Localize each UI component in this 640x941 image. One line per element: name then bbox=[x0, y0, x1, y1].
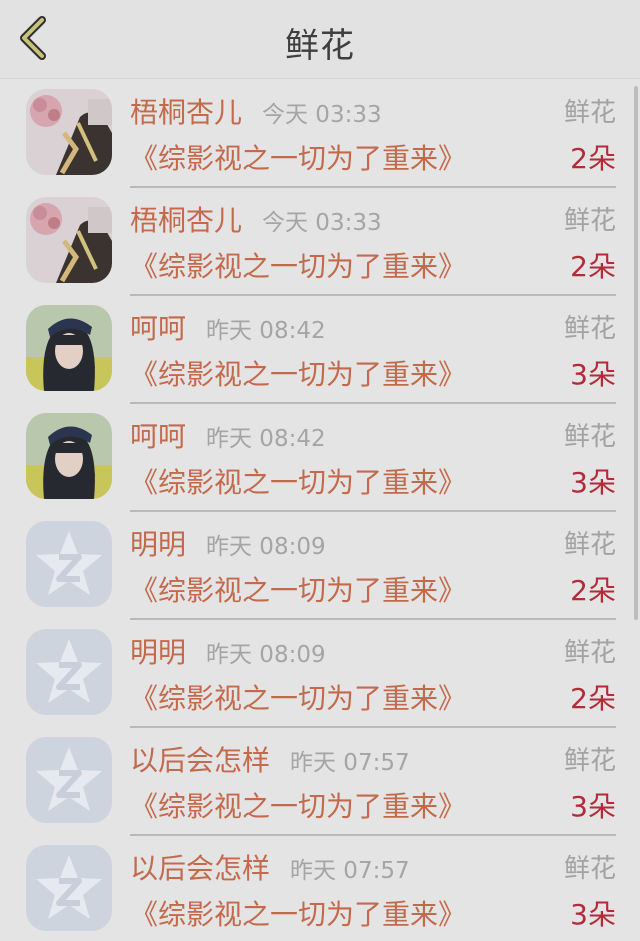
sender-name[interactable]: 明明 bbox=[130, 523, 186, 563]
list-item[interactable]: 以后会怎样 昨天 07:57 鲜花 《综影视之一切为了重来》 3朵 bbox=[0, 835, 640, 941]
book-title[interactable]: 《综影视之一切为了重来》 bbox=[130, 137, 466, 177]
sender-name[interactable]: 梧桐杏儿 bbox=[130, 199, 242, 239]
gift-type: 鲜花 bbox=[563, 314, 616, 344]
default-star-icon bbox=[26, 845, 112, 931]
gift-count: 3朵 bbox=[570, 466, 616, 499]
sender-name[interactable]: 呵呵 bbox=[130, 415, 186, 455]
gift-count: 2朵 bbox=[570, 142, 616, 175]
avatar[interactable] bbox=[26, 521, 112, 607]
default-star-icon bbox=[26, 521, 112, 607]
gift-type: 鲜花 bbox=[563, 422, 616, 452]
avatar[interactable] bbox=[26, 305, 112, 391]
page-title: 鲜花 bbox=[285, 26, 355, 66]
book-title[interactable]: 《综影视之一切为了重来》 bbox=[130, 569, 466, 609]
list-item[interactable]: 梧桐杏儿 今天 03:33 鲜花 《综影视之一切为了重来》 2朵 bbox=[0, 187, 640, 296]
avatar[interactable] bbox=[26, 89, 112, 175]
gift-count: 2朵 bbox=[570, 574, 616, 607]
avatar[interactable] bbox=[26, 845, 112, 931]
list-item-content: 以后会怎样 昨天 07:57 鲜花 《综影视之一切为了重来》 3朵 bbox=[130, 727, 616, 836]
book-title[interactable]: 《综影视之一切为了重来》 bbox=[130, 353, 466, 393]
send-time: 昨天 07:57 bbox=[290, 750, 410, 776]
list-item-content: 明明 昨天 08:09 鲜花 《综影视之一切为了重来》 2朵 bbox=[130, 511, 616, 620]
book-title[interactable]: 《综影视之一切为了重来》 bbox=[130, 785, 466, 825]
list-item[interactable]: 以后会怎样 昨天 07:57 鲜花 《综影视之一切为了重来》 3朵 bbox=[0, 727, 640, 836]
girl-photo-icon bbox=[26, 305, 112, 391]
gift-count: 2朵 bbox=[570, 682, 616, 715]
gift-count: 3朵 bbox=[570, 790, 616, 823]
send-time: 今天 03:33 bbox=[262, 102, 382, 128]
list-item-content: 以后会怎样 昨天 07:57 鲜花 《综影视之一切为了重来》 3朵 bbox=[130, 835, 616, 941]
list-item[interactable]: 明明 昨天 08:09 鲜花 《综影视之一切为了重来》 2朵 bbox=[0, 619, 640, 728]
list-item-content: 梧桐杏儿 今天 03:33 鲜花 《综影视之一切为了重来》 2朵 bbox=[130, 187, 616, 296]
avatar[interactable] bbox=[26, 413, 112, 499]
book-title[interactable]: 《综影视之一切为了重来》 bbox=[130, 461, 466, 501]
book-title[interactable]: 《综影视之一切为了重来》 bbox=[130, 893, 466, 933]
flower-list-screen: 鲜花 梧桐杏儿 今天 03:33 鲜花 《综影视之一切为了重来》 2朵 梧桐杏儿… bbox=[0, 0, 640, 941]
gift-type: 鲜花 bbox=[563, 530, 616, 560]
gift-type: 鲜花 bbox=[563, 746, 616, 776]
send-time: 昨天 08:09 bbox=[206, 642, 326, 668]
send-time: 昨天 08:42 bbox=[206, 426, 326, 452]
flower-photo-icon bbox=[26, 197, 112, 283]
book-title[interactable]: 《综影视之一切为了重来》 bbox=[130, 677, 466, 717]
flower-photo-icon bbox=[26, 89, 112, 175]
sender-name[interactable]: 以后会怎样 bbox=[130, 847, 270, 887]
avatar[interactable] bbox=[26, 197, 112, 283]
sender-name[interactable]: 梧桐杏儿 bbox=[130, 91, 242, 131]
girl-photo-icon bbox=[26, 413, 112, 499]
list-item[interactable]: 呵呵 昨天 08:42 鲜花 《综影视之一切为了重来》 3朵 bbox=[0, 403, 640, 512]
gift-type: 鲜花 bbox=[563, 854, 616, 884]
sender-name[interactable]: 明明 bbox=[130, 631, 186, 671]
send-time: 昨天 08:09 bbox=[206, 534, 326, 560]
book-title[interactable]: 《综影视之一切为了重来》 bbox=[130, 245, 466, 285]
gift-count: 2朵 bbox=[570, 250, 616, 283]
sender-name[interactable]: 以后会怎样 bbox=[130, 739, 270, 779]
list-item-content: 梧桐杏儿 今天 03:33 鲜花 《综影视之一切为了重来》 2朵 bbox=[130, 79, 616, 188]
gift-type: 鲜花 bbox=[563, 206, 616, 236]
list-item-content: 呵呵 昨天 08:42 鲜花 《综影视之一切为了重来》 3朵 bbox=[130, 403, 616, 512]
list-item[interactable]: 呵呵 昨天 08:42 鲜花 《综影视之一切为了重来》 3朵 bbox=[0, 295, 640, 404]
list-item[interactable]: 明明 昨天 08:09 鲜花 《综影视之一切为了重来》 2朵 bbox=[0, 511, 640, 620]
sender-name[interactable]: 呵呵 bbox=[130, 307, 186, 347]
gift-type: 鲜花 bbox=[563, 98, 616, 128]
scrollbar[interactable] bbox=[634, 86, 638, 620]
send-time: 今天 03:33 bbox=[262, 210, 382, 236]
gift-count: 3朵 bbox=[570, 358, 616, 391]
avatar[interactable] bbox=[26, 737, 112, 823]
avatar[interactable] bbox=[26, 629, 112, 715]
gift-type: 鲜花 bbox=[563, 638, 616, 668]
send-time: 昨天 07:57 bbox=[290, 858, 410, 884]
send-time: 昨天 08:42 bbox=[206, 318, 326, 344]
gift-list: 梧桐杏儿 今天 03:33 鲜花 《综影视之一切为了重来》 2朵 梧桐杏儿 今天… bbox=[0, 79, 640, 941]
gift-count: 3朵 bbox=[570, 898, 616, 931]
default-star-icon bbox=[26, 737, 112, 823]
list-item-content: 呵呵 昨天 08:42 鲜花 《综影视之一切为了重来》 3朵 bbox=[130, 295, 616, 404]
default-star-icon bbox=[26, 629, 112, 715]
list-item[interactable]: 梧桐杏儿 今天 03:33 鲜花 《综影视之一切为了重来》 2朵 bbox=[0, 79, 640, 188]
top-bar: 鲜花 bbox=[0, 0, 640, 79]
list-item-content: 明明 昨天 08:09 鲜花 《综影视之一切为了重来》 2朵 bbox=[130, 619, 616, 728]
